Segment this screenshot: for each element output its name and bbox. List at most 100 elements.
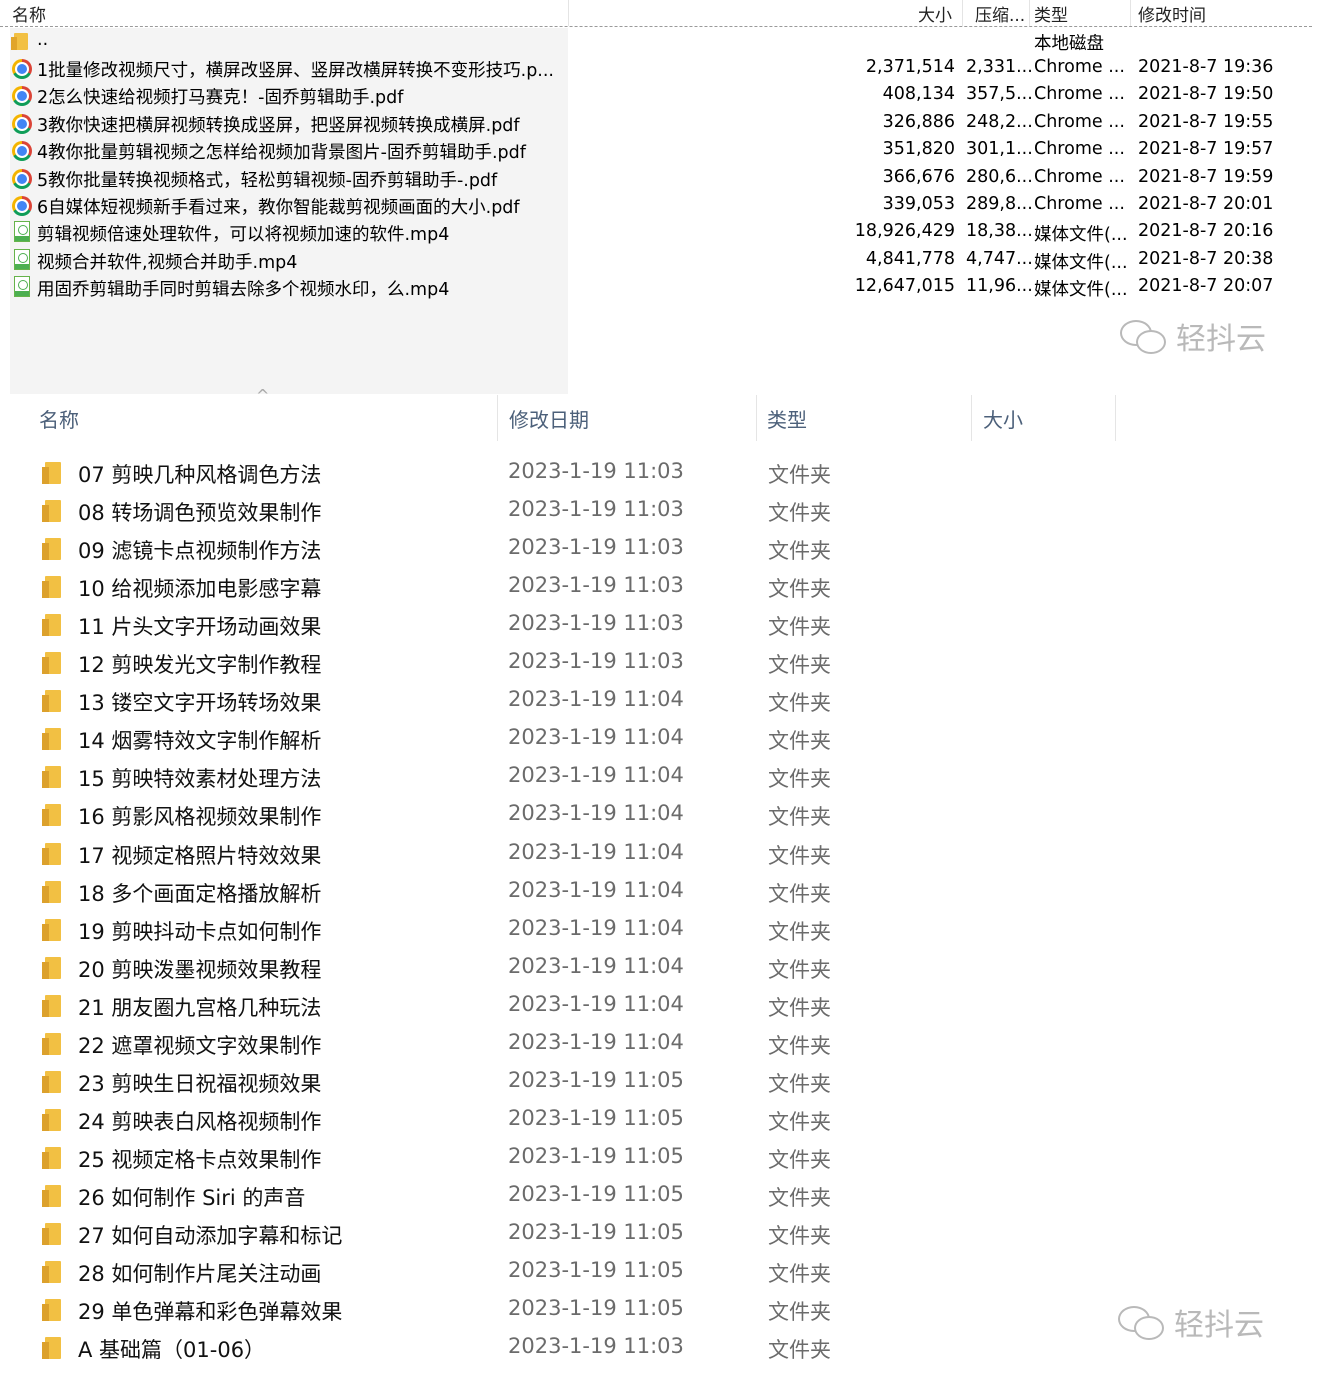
file-size: 366,676	[882, 166, 955, 187]
folder-row[interactable]: 11 片头文字开场动画效果 2023-1-19 11:03 文件夹	[0, 605, 1320, 643]
column-header-name[interactable]: 名称	[39, 404, 79, 433]
file-type: Chrome ...	[1034, 57, 1125, 77]
file-row[interactable]: 1批量修改视频尺寸，横屏改竖屏、竖屏改横屏转换不变形技巧.p... 2,371,5…	[0, 55, 1320, 82]
column-divider[interactable]	[971, 395, 972, 441]
folder-modified: 2023-1-19 11:04	[508, 915, 684, 940]
folder-icon	[42, 1184, 61, 1207]
folder-type: 文件夹	[768, 805, 831, 830]
folder-name: 22 遮罩视频文字效果制作	[78, 1033, 322, 1058]
folder-icon	[42, 500, 61, 523]
folder-icon	[42, 1261, 61, 1284]
folder-row[interactable]: 13 镂空文字开场转场效果 2023-1-19 11:04 文件夹	[0, 681, 1320, 719]
folder-row[interactable]: 09 滤镜卡点视频制作方法 2023-1-19 11:03 文件夹	[0, 529, 1320, 567]
column-header-modified[interactable]: 修改时间	[1138, 1, 1206, 26]
folder-icon	[42, 1299, 61, 1322]
folder-icon	[42, 1070, 61, 1093]
folder-name: 20 剪映泼墨视频效果教程	[78, 957, 322, 982]
folder-row[interactable]: 10 给视频添加电影感字幕 2023-1-19 11:03 文件夹	[0, 567, 1320, 605]
folder-row[interactable]: 19 剪映抖动卡点如何制作 2023-1-19 11:04 文件夹	[0, 910, 1320, 948]
folder-icon	[42, 1223, 61, 1245]
column-divider[interactable]	[497, 395, 498, 441]
column-header-size[interactable]: 大小	[918, 1, 952, 26]
folder-type: 文件夹	[768, 1224, 831, 1248]
file-compressed-size: 289,8...	[966, 194, 1033, 214]
folder-type: 文件夹	[768, 691, 831, 716]
file-name: 4教你批量剪辑视频之怎样给视频加背景图片-固乔剪辑助手.pdf	[37, 143, 526, 164]
folder-row[interactable]: 14 烟雾特效文字制作解析 2023-1-19 11:04 文件夹	[0, 719, 1320, 757]
folder-icon	[42, 728, 61, 751]
folder-icon	[42, 690, 61, 713]
column-divider[interactable]	[962, 0, 963, 26]
folder-row[interactable]: 08 转场调色预览效果制作 2023-1-19 11:03 文件夹	[0, 491, 1320, 529]
folder-row[interactable]: 27 如何自动添加字幕和标记 2023-1-19 11:05 文件夹	[0, 1214, 1320, 1252]
folder-type: 文件夹	[768, 577, 831, 602]
file-name: 2怎么快速给视频打马赛克！-固乔剪辑助手.pdf	[37, 88, 404, 109]
folder-row[interactable]: 28 如何制作片尾关注动画 2023-1-19 11:05 文件夹	[0, 1252, 1320, 1290]
column-header-compressed[interactable]: 压缩...	[975, 1, 1025, 26]
folder-row[interactable]: 25 视频定格卡点效果制作 2023-1-19 11:05 文件夹	[0, 1138, 1320, 1176]
folder-row[interactable]: 22 遮罩视频文字效果制作 2023-1-19 11:04 文件夹	[0, 1024, 1320, 1062]
folder-row[interactable]: 24 剪映表白风格视频制作 2023-1-19 11:05 文件夹	[0, 1100, 1320, 1138]
folder-modified: 2023-1-19 11:05	[508, 1143, 684, 1168]
column-header-name[interactable]: 名称	[12, 1, 46, 26]
file-row[interactable]: 2怎么快速给视频打马赛克！-固乔剪辑助手.pdf 408,134 357,5... C…	[0, 82, 1320, 109]
folder-row[interactable]: 17 视频定格照片特效效果 2023-1-19 11:04 文件夹	[0, 834, 1320, 872]
folder-name: 21 朋友圈九宫格几种玩法	[78, 995, 322, 1020]
file-modified: 2021-8-7 19:59	[1138, 166, 1274, 187]
file-name: 3教你快速把横屏视频转换成竖屏，把竖屏视频转换成横屏.pdf	[37, 115, 520, 136]
folder-type: 文件夹	[768, 1147, 831, 1172]
chrome-icon	[12, 196, 32, 216]
file-modified: 2021-8-7 20:01	[1138, 194, 1274, 214]
folder-row[interactable]: 15 剪映特效素材处理方法 2023-1-19 11:04 文件夹	[0, 757, 1320, 795]
explorer-column-header: 名称 修改日期 类型 大小	[0, 395, 1320, 441]
column-divider[interactable]	[1029, 0, 1030, 26]
folder-row[interactable]: 16 剪影风格视频效果制作 2023-1-19 11:04 文件夹	[0, 795, 1320, 833]
file-type: 媒体文件(...	[1034, 225, 1128, 246]
folder-row[interactable]: 23 剪映生日祝福视频效果 2023-1-19 11:05 文件夹	[0, 1062, 1320, 1100]
folder-icon	[42, 880, 61, 903]
file-row[interactable]: 视频合并软件,视频合并助手.mp4 4,841,778 4,747... 媒体文件(.…	[0, 247, 1320, 274]
archive-file-list: 名称 大小 压缩... 类型 修改时间 ^ .. 本地磁盘 1批量修改视频尺寸，…	[0, 0, 1320, 395]
file-type: Chrome ...	[1034, 84, 1125, 105]
column-header-modified[interactable]: 修改日期	[509, 404, 589, 433]
folder-row[interactable]: 26 如何制作 Siri 的声音 2023-1-19 11:05 文件夹	[0, 1176, 1320, 1214]
file-row[interactable]: 6自媒体短视频新手看过来，教你智能裁剪视频画面的大小.pdf 339,053 289…	[0, 192, 1320, 219]
folder-name: 11 片头文字开场动画效果	[78, 615, 322, 640]
file-row[interactable]: 剪辑视频倍速处理软件，可以将视频加速的软件.mp4 18,926,429 18,38…	[0, 219, 1320, 246]
file-modified: 2021-8-7 19:50	[1138, 84, 1274, 105]
file-modified: 2021-8-7 20:38	[1138, 248, 1274, 269]
column-divider[interactable]	[568, 0, 569, 26]
file-size: 2,371,514	[865, 57, 955, 77]
column-divider[interactable]	[1130, 0, 1131, 26]
mp4-icon	[14, 276, 30, 298]
file-row[interactable]: 5教你批量转换视频格式，轻松剪辑视频-固乔剪辑助手-.pdf 366,676 280…	[0, 165, 1320, 192]
folder-icon	[42, 652, 61, 675]
folder-row[interactable]: 07 剪映几种风格调色方法 2023-1-19 11:03 文件夹	[0, 453, 1320, 491]
file-name: 5教你批量转换视频格式，轻松剪辑视频-固乔剪辑助手-.pdf	[37, 170, 498, 191]
file-type: Chrome ...	[1034, 139, 1125, 160]
folder-row[interactable]: 21 朋友圈九宫格几种玩法 2023-1-19 11:04 文件夹	[0, 986, 1320, 1024]
file-row[interactable]: 用固乔剪辑助手同时剪辑去除多个视频水印，么.mp4 12,647,015 11,96…	[0, 274, 1320, 301]
folder-icon	[42, 766, 61, 789]
folder-type: 文件夹	[768, 1033, 831, 1058]
column-header-size[interactable]: 大小	[983, 404, 1023, 433]
file-modified: 2021-8-7 20:07	[1138, 276, 1274, 297]
folder-icon	[42, 576, 61, 599]
folder-modified: 2023-1-19 11:05	[508, 1105, 684, 1130]
folder-name: 14 烟雾特效文字制作解析	[78, 729, 322, 754]
parent-folder-row[interactable]: .. 本地磁盘	[0, 28, 1320, 55]
folder-row[interactable]: 18 多个画面定格播放解析 2023-1-19 11:04 文件夹	[0, 872, 1320, 910]
sort-up-icon: ^	[283, 0, 292, 6]
column-divider[interactable]	[1115, 395, 1116, 441]
file-size: 4,841,778	[865, 248, 955, 269]
column-divider[interactable]	[756, 395, 757, 441]
column-header-type[interactable]: 类型	[767, 404, 807, 433]
file-row[interactable]: 3教你快速把横屏视频转换成竖屏，把竖屏视频转换成横屏.pdf 326,886 248…	[0, 110, 1320, 137]
folder-row[interactable]: 12 剪映发光文字制作教程 2023-1-19 11:03 文件夹	[0, 643, 1320, 681]
file-compressed-size: 357,5...	[966, 84, 1033, 105]
folder-row[interactable]: 20 剪映泼墨视频效果教程 2023-1-19 11:04 文件夹	[0, 948, 1320, 986]
folder-modified: 2023-1-19 11:04	[508, 953, 684, 978]
file-row[interactable]: 4教你批量剪辑视频之怎样给视频加背景图片-固乔剪辑助手.pdf 351,820 30…	[0, 137, 1320, 164]
wechat-icon	[1120, 318, 1168, 354]
column-header-type[interactable]: 类型	[1034, 1, 1068, 26]
